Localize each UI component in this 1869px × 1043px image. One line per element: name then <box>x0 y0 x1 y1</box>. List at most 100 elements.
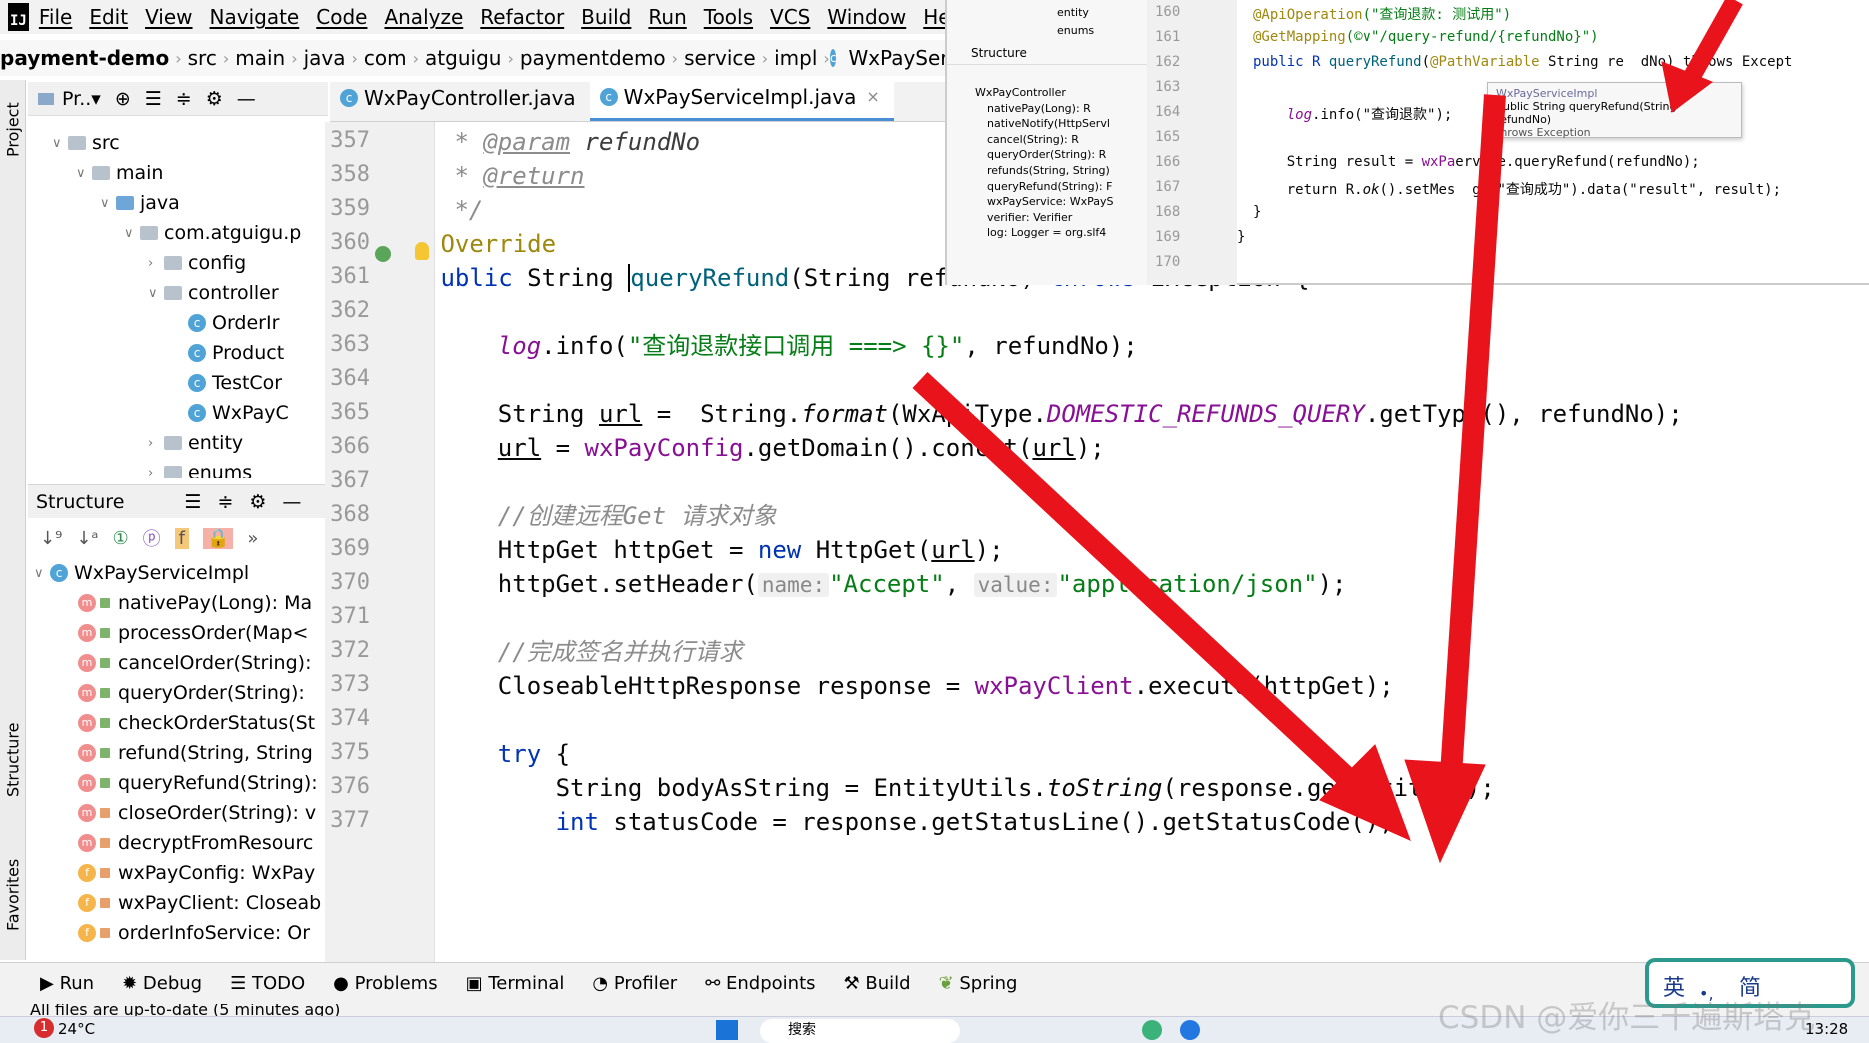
expand-all-icon[interactable]: ☰ <box>145 88 162 110</box>
breadcrumb-class[interactable]: WxPayServiceImpl <box>842 46 945 70</box>
favorites-tool-tab[interactable]: Favorites <box>0 850 26 940</box>
overlay-tree-item[interactable]: entity <box>1057 6 1089 19</box>
structure-item[interactable]: m queryOrder(String): <box>28 678 323 708</box>
overlay-structure-item[interactable]: verifier: Verifier <box>987 211 1072 224</box>
project-tree-item[interactable]: c Product <box>28 338 323 368</box>
overlay-structure-item[interactable]: log: Logger = org.slf4 <box>987 226 1106 239</box>
project-tree-item[interactable]: ∨ src <box>28 128 323 158</box>
structure-item[interactable]: m nativePay(Long): Ma <box>28 588 323 618</box>
notification-badge[interactable]: 1 <box>34 1018 54 1038</box>
collapse-all-icon[interactable]: ≑ <box>176 88 192 110</box>
windows-start-icon[interactable] <box>716 1020 738 1040</box>
show-properties-icon[interactable]: ⓟ <box>143 525 161 551</box>
tab-wxpayserviceimpl[interactable]: c WxPayServiceImpl.java × <box>589 81 894 121</box>
structure-item[interactable]: f wxPayConfig: WxPay <box>28 858 323 888</box>
show-inherited-icon[interactable]: ① <box>112 528 128 549</box>
show-fields-icon[interactable]: f <box>174 527 189 549</box>
collapse-all-icon[interactable]: ≑ <box>217 491 233 513</box>
tab-wxpaycontroller[interactable]: c WxPayController.java <box>330 81 590 121</box>
app-icon[interactable] <box>1142 1020 1162 1040</box>
menu-tools[interactable]: Tools <box>704 5 753 29</box>
breadcrumb-service[interactable]: service <box>678 46 762 70</box>
structure-item[interactable]: m processOrder(Map< <box>28 618 323 648</box>
menu-refactor[interactable]: Refactor <box>480 5 564 29</box>
menu-window[interactable]: Window <box>827 5 906 29</box>
project-tree-item[interactable]: c TestCor <box>28 368 323 398</box>
todo-tool-button[interactable]: ☰ TODO <box>230 973 305 994</box>
structure-tool-tab[interactable]: Structure <box>0 720 26 800</box>
locate-icon[interactable]: ⊕ <box>115 88 131 110</box>
project-tree-item[interactable]: c OrderIr <box>28 308 323 338</box>
run-tool-button[interactable]: ▶ Run <box>40 973 94 994</box>
build-tool-button[interactable]: ⚒ Build <box>844 973 911 994</box>
hide-icon[interactable]: — <box>282 491 301 513</box>
sort-alpha-icon[interactable]: ↓ᵃ <box>76 528 98 549</box>
project-tool-tab[interactable]: Project <box>0 90 26 170</box>
override-gutter-icon[interactable] <box>375 246 391 262</box>
spring-tool-button[interactable]: ❦ Spring <box>939 973 1018 994</box>
structure-item[interactable]: m refund(String, String <box>28 738 323 768</box>
terminal-tool-button[interactable]: ▣ Terminal <box>466 973 565 994</box>
overlay-structure-item[interactable]: nativePay(Long): R <box>987 102 1091 115</box>
menu-build[interactable]: Build <box>581 5 631 29</box>
debug-tool-button[interactable]: ✹ Debug <box>122 973 202 994</box>
gear-icon[interactable]: ⚙ <box>249 491 266 513</box>
structure-item[interactable]: f wxPayClient: Closeab <box>28 888 323 918</box>
weather-text[interactable]: 24°C <box>58 1020 95 1038</box>
overlay-structure-item[interactable]: queryRefund(String): F <box>987 180 1112 193</box>
structure-item[interactable]: f orderInfoService: Or <box>28 918 323 948</box>
menu-analyze[interactable]: Analyze <box>384 5 463 29</box>
more-icon[interactable]: » <box>247 528 258 549</box>
menu-edit[interactable]: Edit <box>89 5 128 29</box>
lightbulb-icon[interactable] <box>415 242 429 260</box>
project-tree-item[interactable]: c WxPayC <box>28 398 323 428</box>
project-tree-item[interactable]: › config <box>28 248 323 278</box>
overlay-structure-item[interactable]: nativeNotify(HttpServl <box>987 117 1110 130</box>
breadcrumb-com[interactable]: com <box>358 46 413 70</box>
structure-item[interactable]: m closeOrder(String): v <box>28 798 323 828</box>
profiler-tool-button[interactable]: ◔ Profiler <box>592 973 677 994</box>
project-tree-item[interactable]: › enums <box>28 458 323 478</box>
overlay-structure-item[interactable]: queryOrder(String): R <box>987 148 1106 161</box>
menu-vcs[interactable]: VCS <box>770 5 810 29</box>
breadcrumb-src[interactable]: src <box>182 46 223 70</box>
overlay-tree-item[interactable]: enums <box>1057 24 1094 37</box>
breadcrumb-main[interactable]: main <box>229 46 291 70</box>
project-view-selector[interactable]: Pr..▾ <box>62 88 101 110</box>
structure-item[interactable]: m queryRefund(String): <box>28 768 323 798</box>
menu-navigate[interactable]: Navigate <box>210 5 300 29</box>
close-icon[interactable]: × <box>866 87 879 106</box>
endpoints-tool-button[interactable]: ⚯ Endpoints <box>705 973 815 994</box>
app-icon[interactable] <box>1180 1020 1200 1040</box>
structure-root[interactable]: ∨ c WxPayServiceImpl <box>28 558 323 588</box>
menu-view[interactable]: View <box>145 5 192 29</box>
overlay-structure-item[interactable]: wxPayService: WxPayS <box>987 195 1114 208</box>
breadcrumb-atguigu[interactable]: atguigu <box>419 46 507 70</box>
project-tree-item[interactable]: ∨ main <box>28 158 323 188</box>
intellij-logo-icon[interactable]: IJ <box>8 3 29 31</box>
structure-item[interactable]: m checkOrderStatus(St <box>28 708 323 738</box>
gear-icon[interactable]: ⚙ <box>206 88 223 110</box>
overlay-structure-item[interactable]: WxPayController <box>975 86 1066 99</box>
breadcrumb-project[interactable]: payment-demo <box>0 46 175 70</box>
overlay-structure-item[interactable]: refunds(String, String) <box>987 164 1110 177</box>
hide-icon[interactable]: — <box>237 88 256 110</box>
structure-item[interactable]: m cancelOrder(String): <box>28 648 323 678</box>
show-nonpublic-icon[interactable]: 🔒 <box>202 527 234 549</box>
project-tree-item[interactable]: ∨ com.atguigu.p <box>28 218 323 248</box>
menu-run[interactable]: Run <box>648 5 686 29</box>
breadcrumb-paymentdemo[interactable]: paymentdemo <box>514 46 672 70</box>
project-tree-item[interactable]: › entity <box>28 428 323 458</box>
breadcrumb-impl[interactable]: impl <box>768 46 823 70</box>
project-tree-item[interactable]: ∨ java <box>28 188 323 218</box>
taskbar-search[interactable]: 搜索 <box>760 1019 960 1043</box>
project-tree-item[interactable]: ∨ controller <box>28 278 323 308</box>
problems-tool-button[interactable]: ● Problems <box>333 973 437 994</box>
overlay-structure-item[interactable]: cancel(String): R <box>987 133 1079 146</box>
menu-code[interactable]: Code <box>316 5 367 29</box>
expand-all-icon[interactable]: ☰ <box>184 491 201 513</box>
breadcrumb-java[interactable]: java <box>298 46 352 70</box>
menu-file[interactable]: File <box>39 5 72 29</box>
sort-visibility-icon[interactable]: ↓⁹ <box>40 528 62 549</box>
structure-item[interactable]: m decryptFromResourc <box>28 828 323 858</box>
